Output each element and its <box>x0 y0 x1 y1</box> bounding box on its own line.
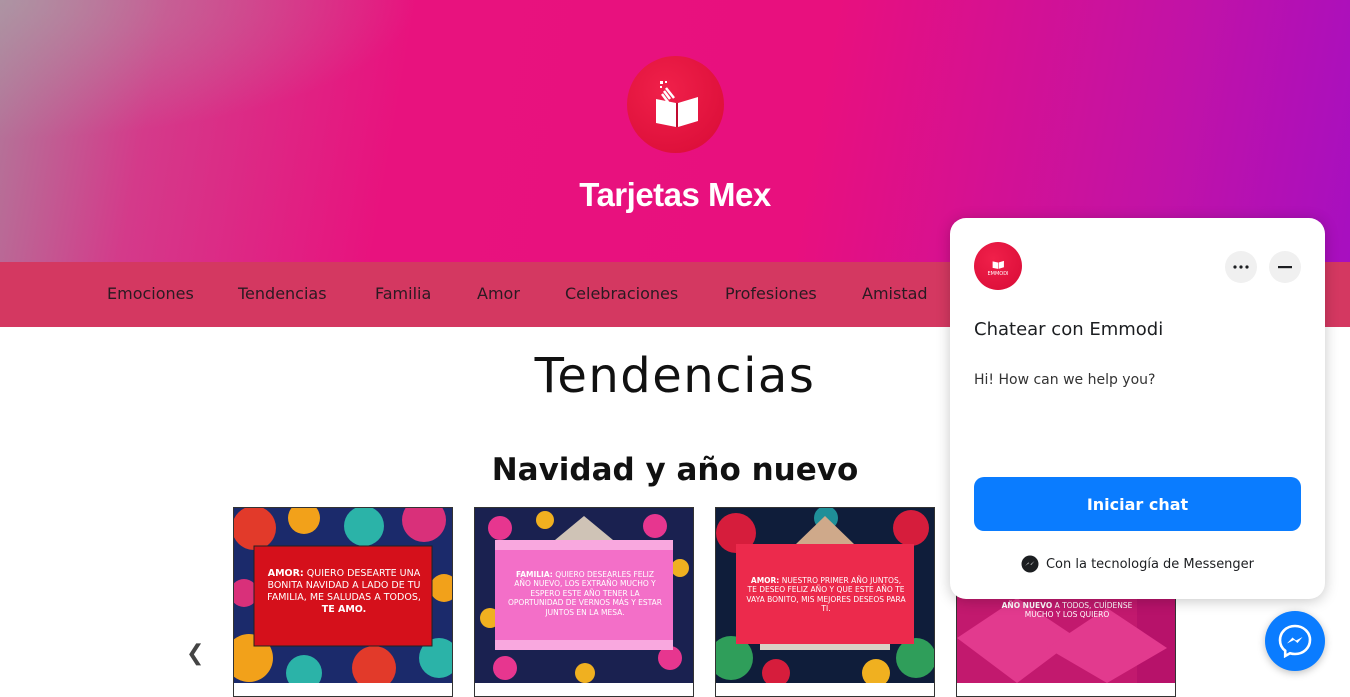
book-icon <box>992 260 1004 269</box>
nav-item-tendencias[interactable]: Tendencias <box>238 284 327 303</box>
more-options-button[interactable] <box>1225 251 1257 283</box>
nav-item-emociones[interactable]: Emociones <box>107 284 194 303</box>
minimize-icon <box>1278 265 1292 268</box>
messenger-icon <box>1278 624 1312 658</box>
chat-greeting: Hi! How can we help you? <box>974 372 1156 388</box>
chat-avatar: EMMODI <box>974 242 1022 290</box>
card-text: Amor: quiero desearte una bonita navidad… <box>267 568 421 615</box>
messenger-chat-popup: EMMODI Chatear con Emmodi Hi! How can we… <box>950 218 1325 599</box>
card-amor-navidad[interactable]: Amor: quiero desearte una bonita navidad… <box>233 507 453 697</box>
more-dots-icon <box>1233 265 1249 269</box>
card-familia-ano-nuevo[interactable]: Familia: quiero desearles feliz año nuev… <box>474 507 694 697</box>
nav-item-familia[interactable]: Familia <box>375 284 431 303</box>
book-icon <box>655 80 698 127</box>
nav-item-profesiones[interactable]: Profesiones <box>725 284 817 303</box>
nav-item-amistad[interactable]: Amistad <box>862 284 928 303</box>
nav-item-celebraciones[interactable]: Celebraciones <box>565 284 678 303</box>
messenger-icon <box>1021 555 1039 573</box>
card-text: año nuevo a todos, cuídense mucho y los … <box>1001 601 1133 620</box>
site-logo[interactable] <box>627 56 724 153</box>
carousel-prev-button[interactable]: ❮ <box>186 641 204 666</box>
card-text: Amor: nuestro primer año juntos, te dese… <box>746 576 906 614</box>
site-title[interactable]: Tarjetas Mex <box>0 176 1350 214</box>
nav-item-amor[interactable]: Amor <box>477 284 520 303</box>
minimize-button[interactable] <box>1269 251 1301 283</box>
start-chat-button[interactable]: Iniciar chat <box>974 477 1301 531</box>
card-text: Familia: quiero desearles feliz año nuev… <box>507 570 662 617</box>
messenger-launcher-button[interactable] <box>1265 611 1325 671</box>
chat-title: Chatear con Emmodi <box>974 319 1164 340</box>
card-amor-primer-ano[interactable]: Amor: nuestro primer año juntos, te dese… <box>715 507 935 697</box>
powered-by-messenger[interactable]: Con la tecnología de Messenger <box>950 555 1325 573</box>
